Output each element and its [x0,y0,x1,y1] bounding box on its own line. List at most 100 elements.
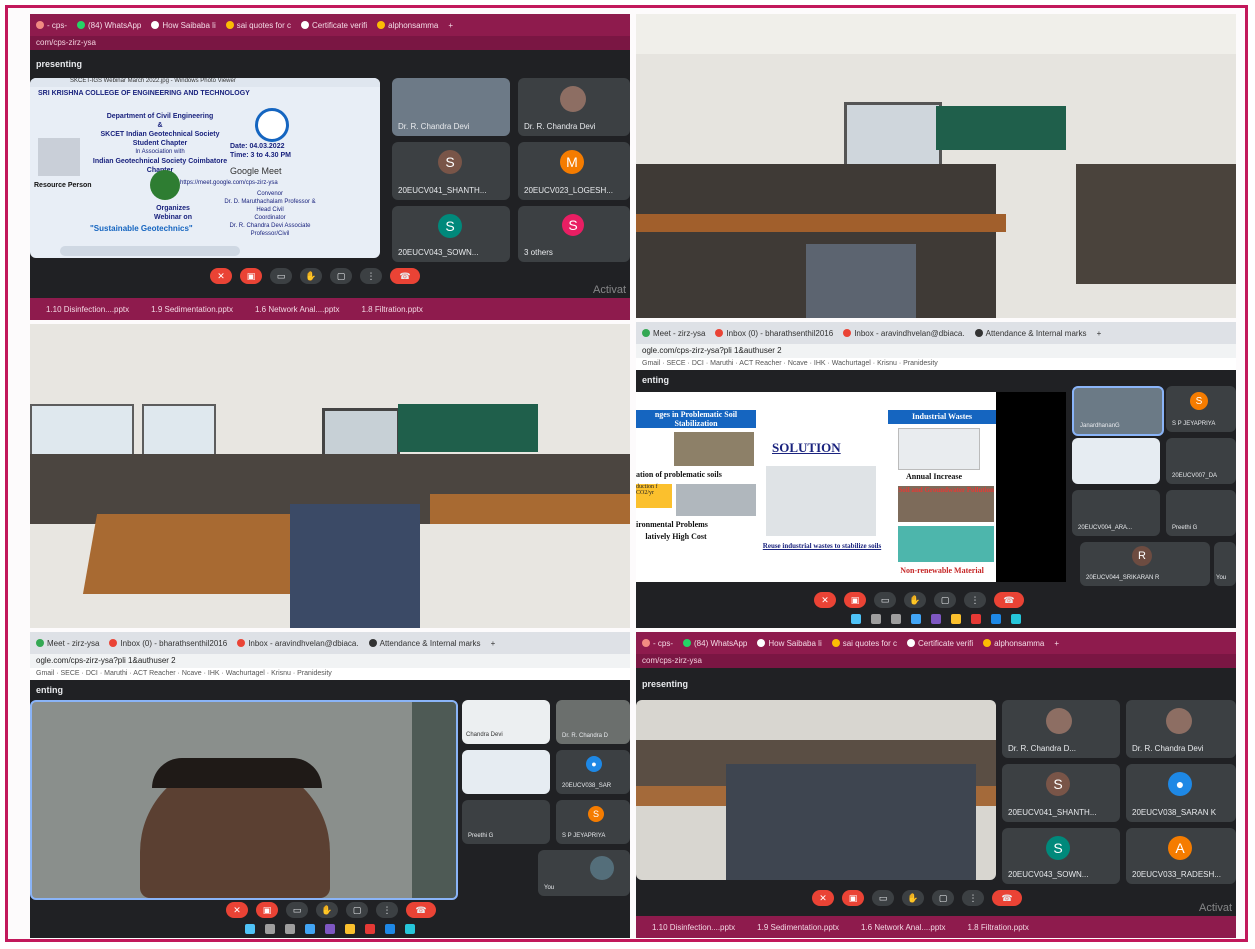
bookmark[interactable]: Maruthi [710,360,733,367]
browser-tab[interactable]: (84) WhatsApp [683,639,747,648]
folder-icon[interactable] [345,924,355,934]
more-options-icon[interactable]: ⋮ [964,592,986,608]
folder-icon[interactable] [951,614,961,624]
browser-tab[interactable]: sai quotes for c [831,639,897,648]
start-icon[interactable] [851,614,861,624]
raise-hand-icon[interactable]: ✋ [316,902,338,918]
bookmark[interactable]: Maruthi [104,670,127,677]
more-options-icon[interactable]: ⋮ [376,902,398,918]
start-icon[interactable] [245,924,255,934]
search-icon[interactable] [871,614,881,624]
mail-icon[interactable] [385,924,395,934]
browser-tab[interactable]: Meet - zirz-ysa [642,329,705,338]
captions-icon[interactable]: ▭ [872,890,894,906]
mic-off-icon[interactable]: ✕ [226,902,248,918]
more-options-icon[interactable]: ⋮ [962,890,984,906]
chrome-icon[interactable] [365,924,375,934]
present-icon[interactable]: ▢ [932,890,954,906]
taskview-icon[interactable] [285,924,295,934]
camera-off-icon[interactable]: ▣ [240,268,262,284]
raise-hand-icon[interactable]: ✋ [902,890,924,906]
bookmark[interactable]: Wachurtagel [226,670,265,677]
browser-tab[interactable]: - cps- [36,21,67,30]
teams-icon[interactable] [931,614,941,624]
mic-off-icon[interactable]: ✕ [812,890,834,906]
captions-icon[interactable]: ▭ [286,902,308,918]
browser-tab[interactable]: How Saibaba li [757,639,822,648]
edge-icon[interactable] [1011,614,1021,624]
download-item[interactable]: 1.9 Sedimentation.pptx [757,923,839,932]
browser-tab[interactable]: sai quotes for c [225,21,291,30]
address-bar[interactable]: ogle.com/cps-zirz-ysa?pli 1&authuser 2 [30,654,630,668]
download-item[interactable]: 1.10 Disinfection....pptx [652,923,735,932]
browser-tab[interactable]: Attendance & Internal marks [974,329,1087,338]
address-bar[interactable]: com/cps-zirz-ysa [636,654,1236,668]
browser-tab[interactable]: - cps- [642,639,673,648]
end-call-button[interactable]: ☎ [406,902,436,918]
browser-tab[interactable]: Meet - zirz-ysa [36,639,99,648]
browser-tab[interactable]: Certificate verifi [300,21,367,30]
bookmark[interactable]: Wachurtagel [832,360,871,367]
chrome-icon[interactable] [971,614,981,624]
captions-icon[interactable]: ▭ [874,592,896,608]
download-item[interactable]: 1.6 Network Anal....pptx [861,923,946,932]
bookmark[interactable]: Ncave [182,670,202,677]
browser-tab[interactable]: (84) WhatsApp [77,21,141,30]
bookmark[interactable]: IHK [814,360,826,367]
browser-tab[interactable]: Certificate verifi [906,639,973,648]
browser-tab[interactable]: Inbox - aravindhvelan@dbiaca. [843,329,965,338]
bookmark[interactable]: ACT Reacher [133,670,175,677]
browser-tab[interactable]: alphonsamma [983,639,1044,648]
camera-off-icon[interactable]: ▣ [842,890,864,906]
new-tab-icon[interactable]: + [448,21,453,30]
mic-off-icon[interactable]: ✕ [210,268,232,284]
bookmark[interactable]: Krisnu [877,360,897,367]
raise-hand-icon[interactable]: ✋ [904,592,926,608]
captions-icon[interactable]: ▭ [270,268,292,284]
browser-tab[interactable]: How Saibaba li [151,21,216,30]
browser-tab[interactable]: Attendance & Internal marks [368,639,481,648]
bookmark[interactable]: Krisnu [271,670,291,677]
download-item[interactable]: 1.8 Filtration.pptx [362,305,423,314]
camera-off-icon[interactable]: ▣ [256,902,278,918]
download-item[interactable]: 1.6 Network Anal....pptx [255,305,340,314]
raise-hand-icon[interactable]: ✋ [300,268,322,284]
present-icon[interactable]: ▢ [934,592,956,608]
new-tab-icon[interactable]: + [491,639,496,648]
new-tab-icon[interactable]: + [1054,639,1059,648]
bookmark[interactable]: Pranidesity [297,670,332,677]
camera-off-icon[interactable]: ▣ [844,592,866,608]
bookmark[interactable]: SECE [61,670,80,677]
address-bar[interactable]: ogle.com/cps-zirz-ysa?pli 1&authuser 2 [636,344,1236,358]
bookmark[interactable]: Gmail [36,670,54,677]
end-call-button[interactable]: ☎ [992,890,1022,906]
present-icon[interactable]: ▢ [330,268,352,284]
mail-icon[interactable] [991,614,1001,624]
new-tab-icon[interactable]: + [1097,329,1102,338]
widgets-icon[interactable] [911,614,921,624]
browser-tab[interactable]: Inbox (0) - bharathsenthil2016 [109,639,227,648]
teams-icon[interactable] [325,924,335,934]
download-item[interactable]: 1.9 Sedimentation.pptx [151,305,233,314]
taskview-icon[interactable] [891,614,901,624]
address-bar[interactable]: com/cps-zirz-ysa [30,36,630,50]
mic-off-icon[interactable]: ✕ [814,592,836,608]
download-item[interactable]: 1.10 Disinfection....pptx [46,305,129,314]
widgets-icon[interactable] [305,924,315,934]
browser-tab[interactable]: Inbox - aravindhvelan@dbiaca. [237,639,359,648]
bookmark[interactable]: Pranidesity [903,360,938,367]
browser-tab[interactable]: alphonsamma [377,21,438,30]
search-icon[interactable] [265,924,275,934]
photo-viewer-toolbar[interactable] [60,246,240,256]
bookmark[interactable]: IHK [208,670,220,677]
bookmark[interactable]: ACT Reacher [739,360,781,367]
download-item[interactable]: 1.8 Filtration.pptx [968,923,1029,932]
end-call-button[interactable]: ☎ [994,592,1024,608]
end-call-button[interactable]: ☎ [390,268,420,284]
browser-tab[interactable]: Inbox (0) - bharathsenthil2016 [715,329,833,338]
edge-icon[interactable] [405,924,415,934]
present-icon[interactable]: ▢ [346,902,368,918]
bookmark[interactable]: SECE [667,360,686,367]
bookmark[interactable]: Ncave [788,360,808,367]
bookmark[interactable]: Gmail [642,360,660,367]
